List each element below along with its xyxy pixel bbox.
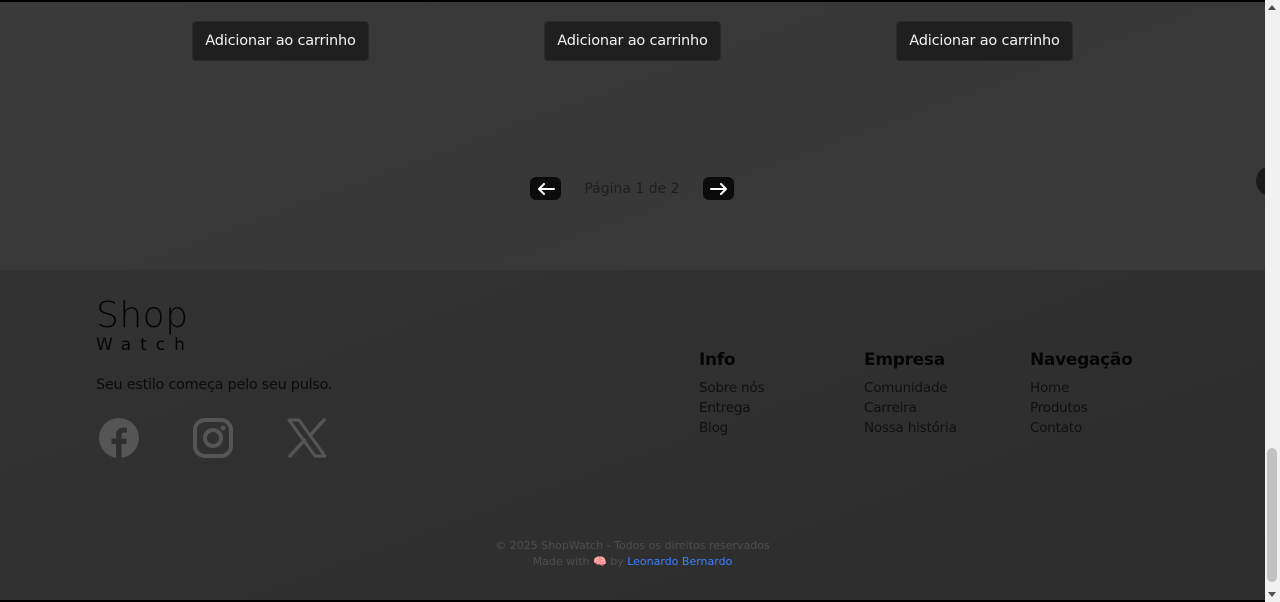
made-with-text: Made with <box>532 555 590 568</box>
vertical-scrollbar[interactable] <box>1265 0 1280 602</box>
footer-link-sobre-nos[interactable]: Sobre nós <box>699 378 765 398</box>
instagram-link[interactable] <box>192 417 234 459</box>
x-icon <box>287 418 327 458</box>
footer-column-title: Navegação <box>1030 350 1133 370</box>
pagination-prev-button[interactable] <box>530 177 561 200</box>
footer-link-carreira[interactable]: Carreira <box>864 398 957 418</box>
footer-link-contato[interactable]: Contato <box>1030 418 1132 438</box>
pagination-next-button[interactable] <box>703 177 734 200</box>
facebook-link[interactable] <box>98 417 140 459</box>
footer-link-nossa-historia[interactable]: Nossa história <box>864 418 957 438</box>
footer-column-navegacao: Navegação Home Produtos Contato <box>1030 350 1133 438</box>
footer-link-blog[interactable]: Blog <box>699 418 764 438</box>
pagination-label: Página 1 de 2 <box>584 180 680 197</box>
footer-logo[interactable]: Shop Watch <box>96 295 194 355</box>
carousel-side-button[interactable] <box>1256 166 1265 196</box>
footer-column-title: Empresa <box>864 350 945 370</box>
footer-column-info: Info Sobre nós Entrega Blog <box>699 350 765 438</box>
social-links <box>98 417 328 459</box>
products-section: Adicionar ao carrinho Adicionar ao carri… <box>0 2 1265 270</box>
x-link[interactable] <box>286 417 328 459</box>
footer-column-title: Info <box>699 350 736 370</box>
logo-shop-text: Shop <box>96 295 189 336</box>
add-to-cart-button-3[interactable]: Adicionar ao carrinho <box>896 21 1073 61</box>
copyright-text: © 2025 ShopWatch - Todos os direitos res… <box>495 539 770 552</box>
footer-column-empresa: Empresa Comunidade Carreira Nossa histór… <box>864 350 957 438</box>
scrollbar-thumb[interactable] <box>1267 448 1277 582</box>
footer-link-home[interactable]: Home <box>1030 378 1132 398</box>
site-footer: Shop Watch Seu estilo começa pelo seu pu… <box>0 270 1265 600</box>
by-text: by <box>610 555 624 568</box>
instagram-icon <box>193 418 233 458</box>
author-link[interactable]: Leonardo Bernardo <box>627 555 732 568</box>
arrow-left-icon <box>537 182 555 195</box>
footer-link-entrega[interactable]: Entrega <box>699 398 764 418</box>
made-with-credit: Made with 🧠 by Leonardo Bernardo <box>0 554 1265 570</box>
facebook-icon <box>99 418 139 458</box>
add-to-cart-button-1[interactable]: Adicionar ao carrinho <box>192 21 369 61</box>
add-to-cart-button-2[interactable]: Adicionar ao carrinho <box>544 21 721 61</box>
scroll-up-arrow-icon[interactable] <box>1268 5 1276 10</box>
scroll-down-arrow-icon[interactable] <box>1268 592 1276 597</box>
arrow-right-icon <box>709 182 727 195</box>
footer-link-comunidade[interactable]: Comunidade <box>864 378 957 398</box>
pagination: Página 1 de 2 <box>530 177 734 200</box>
page-viewport: Adicionar ao carrinho Adicionar ao carri… <box>0 0 1265 602</box>
footer-tagline: Seu estilo começa pelo seu pulso. <box>96 377 333 393</box>
logo-watch-text: Watch <box>96 335 194 355</box>
footer-link-produtos[interactable]: Produtos <box>1030 398 1132 418</box>
brain-icon: 🧠 <box>593 555 607 568</box>
